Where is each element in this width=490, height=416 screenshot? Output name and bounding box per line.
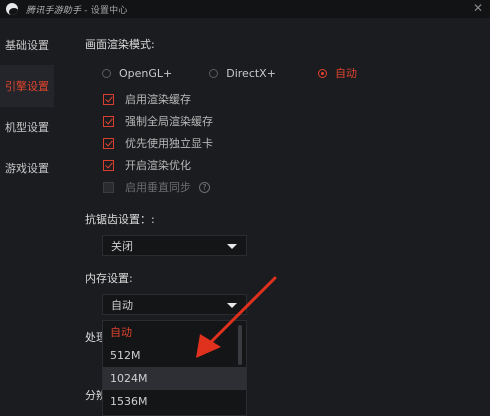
annotation-arrow [196, 276, 277, 358]
arrow-shaft [203, 276, 277, 350]
